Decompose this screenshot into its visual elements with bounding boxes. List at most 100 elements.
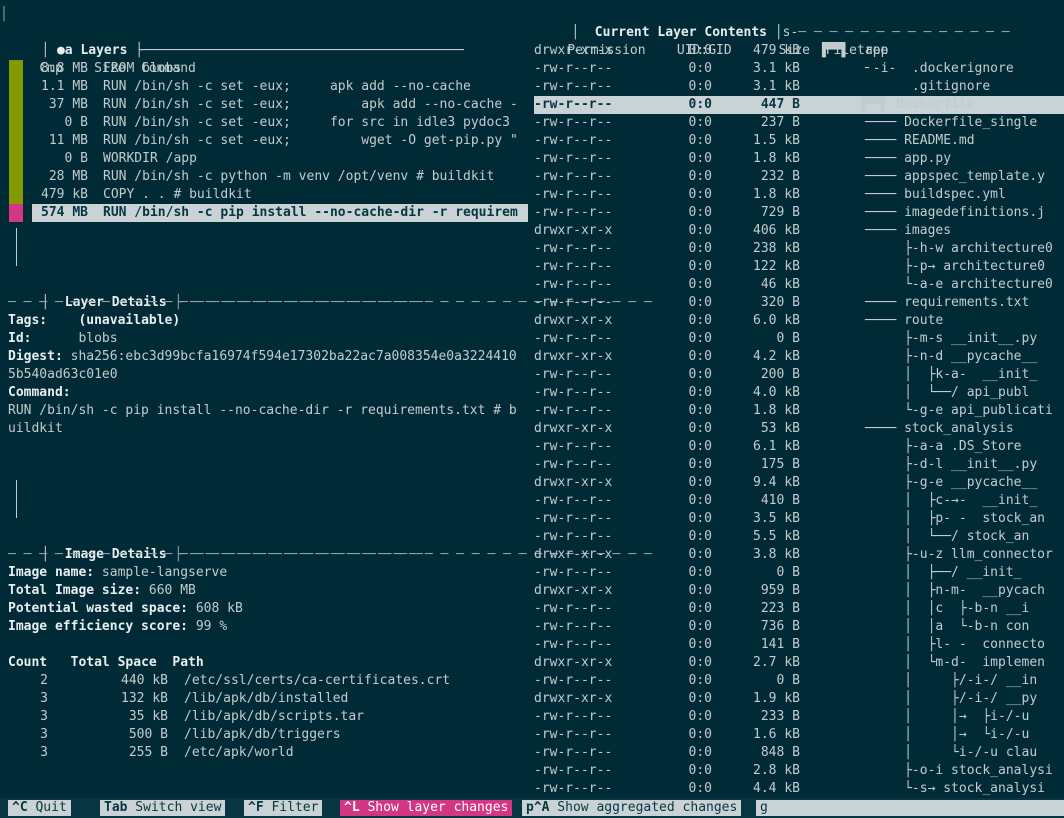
file-size: 200 B	[760, 367, 800, 382]
file-row[interactable]: -rw-r--r-- 0:0 233 B │ │→ ├i-/-u	[534, 708, 1064, 726]
layer-row[interactable]: 0 B WORKDIR /app	[32, 150, 528, 168]
file-row[interactable]: drwxr-xr-x 0:0 959 B │ ├n-m- __pycach	[534, 582, 1064, 600]
layer-row[interactable]: 8.8 MB FROM blobs	[32, 60, 528, 78]
cmp-bar	[9, 132, 23, 150]
file-row[interactable]: drwxr-xr-x 0:0 9.4 kB ├-g-e __pycache__	[534, 474, 1064, 492]
tags-label: Tags:	[8, 313, 48, 328]
file-permission: -rw-r--r--	[534, 709, 613, 724]
layer-row[interactable]: 37 MB RUN /bin/sh -c set -eux; apk add --…	[32, 96, 528, 114]
layer-row[interactable]: 574 MB RUN /bin/sh -c pip install --no-ca…	[32, 204, 528, 222]
file-tree-entry: .gitignore	[818, 79, 991, 94]
layer-size: 28 MB	[48, 169, 88, 184]
cmp-bar	[9, 78, 23, 96]
file-permission: -rw-r--r--	[534, 745, 613, 760]
quit-shortcut[interactable]: ^C Quit	[8, 800, 71, 816]
file-row[interactable]: -rw-r--r-- 0:0 1.6 kB │ │→ └i-/-u	[534, 726, 1064, 744]
file-row[interactable]: -rw-r--r-- 0:0 2.8 kB ├-o-i stock_analysi	[534, 762, 1064, 780]
file-permission: -rw-r--r--	[534, 511, 613, 526]
file-tree-entry: │ │→ └i-/-u	[818, 727, 1030, 742]
file-row[interactable]: -rw-r--r-- 0:0 4.4 kB └-s→ stock_analysi	[534, 780, 1064, 798]
file-row[interactable]: -rw-r--r-- 0:0 0 B ├-m-s __init__.py	[534, 330, 1064, 348]
waste-space: 500 B	[128, 727, 168, 742]
layer-row[interactable]: 11 MB RUN /bin/sh -c set -eux; wget -O ge…	[32, 132, 528, 150]
layer-changes-shortcut[interactable]: ^L Show layer changes	[340, 800, 513, 816]
file-row[interactable]: -rw-r--r-- 0:0 1.8 kB └-g-e api_publicati	[534, 402, 1064, 420]
file-row[interactable]: -rw-r--r-- 0:0 0 B │ ├──/ __init_	[534, 564, 1064, 582]
command-value: RUN /bin/sh -c pip install --no-cache-di…	[8, 403, 517, 418]
file-row[interactable]: -rw-r--r-- 0:0 1.8 kB ──── buildspec.yml	[534, 186, 1064, 204]
file-row[interactable]: -rw-r--r-- 0:0 736 B │ │a └-b-n con	[534, 618, 1064, 636]
file-permission: drwxr-xr-x	[534, 475, 613, 490]
layer-row[interactable]: 1.1 MB RUN /bin/sh -c set -eux; apk add -…	[32, 78, 528, 96]
file-row[interactable]: -rw-r--r-- 0:0 3.1 kB .gitignore	[534, 78, 1064, 96]
pane-border	[16, 480, 17, 518]
file-row[interactable]: -rw-r--r-- 0:0 141 B │ ├l- - connecto	[534, 636, 1064, 654]
file-row[interactable]: drwxr-xr-x 0:0 479 kB ▐▀▀▌ app	[534, 42, 1064, 60]
image-name-value: sample-langserve	[101, 565, 228, 580]
file-row[interactable]: drwxr-xr-x 0:0 1.9 kB │ ├/-i-/ __py	[534, 690, 1064, 708]
file-row[interactable]: -rw-r--r-- 0:0 6.1 kB ├-a-a .DS_Store	[534, 438, 1064, 456]
quit-label: Quit	[27, 800, 67, 815]
file-permission: -rw-r--r--	[534, 493, 613, 508]
file-row[interactable]: -rw-r--r-- 0:0 320 B ──── requirements.txt	[534, 294, 1064, 312]
switch-view-shortcut[interactable]: Tab Switch view	[100, 800, 226, 816]
layer-size: 479 kB	[41, 187, 88, 202]
file-tree-entry: │ ├n-m- __pycach	[818, 583, 1045, 598]
file-size: 1.8 kB	[753, 151, 800, 166]
file-row[interactable]: -rw-r--r-- 0:0 223 B │ │c ├-b-n __i	[534, 600, 1064, 618]
file-row[interactable]: drwxr-xr-x 0:0 53 kB ──── stock_analysis	[534, 420, 1064, 438]
file-uid-gid: 0:0	[688, 637, 712, 652]
file-row[interactable]: -rw-r--r-- 0:0 3.1 kB ╴-i- .dockerignore	[534, 60, 1064, 78]
file-row[interactable]: -rw-r--r-- 0:0 1.5 kB ──── README.md	[534, 132, 1064, 150]
file-row[interactable]: -rw-r--r-- 0:0 410 B │ ├c-→- __init_	[534, 492, 1064, 510]
file-size: 141 B	[760, 637, 800, 652]
file-row[interactable]: drwxr-xr-x 0:0 3.8 kB ├-u-z llm_connector	[534, 546, 1064, 564]
file-row[interactable]: -rw-r--r-- 0:0 175 B ├-d-l __init__.py	[534, 456, 1064, 474]
file-row[interactable]: drwxr-xr-x 0:0 406 kB ──── images	[534, 222, 1064, 240]
file-size: 3.1 kB	[753, 79, 800, 94]
file-permission: -rw-r--r--	[534, 457, 613, 472]
file-row[interactable]: -rw-r--r-- 0:0 4.0 kB │ └──/ api_publ	[534, 384, 1064, 402]
file-row[interactable]: -rw-r--r-- 0:0 46 kB └-a-e architecture0	[534, 276, 1064, 294]
filter-shortcut[interactable]: ^F Filter	[244, 800, 323, 816]
file-tree-entry: ──── app.py	[818, 151, 952, 166]
layer-row[interactable]: 28 MB RUN /bin/sh -c python -m venv /opt/…	[32, 168, 528, 186]
cmp-bar	[9, 186, 23, 204]
file-uid-gid: 0:0	[688, 619, 712, 634]
file-size: 406 kB	[753, 223, 800, 238]
file-row[interactable]: drwxr-xr-x 0:0 2.7 kB │ └m-d- implemen	[534, 654, 1064, 672]
layer-command: RUN /bin/sh -c set -eux; apk add --no-ca…	[103, 97, 518, 112]
layer-command: COPY . . # buildkit	[103, 187, 252, 202]
file-row[interactable]: drwxr-xr-x 0:0 4.2 kB ├-n-d __pycache__	[534, 348, 1064, 366]
file-row[interactable]: -rw-r--r-- 0:0 238 kB ├-h-w architecture0	[534, 240, 1064, 258]
file-row[interactable]: -rw-r--r-- 0:0 729 B ──── imagedefinitions…	[534, 204, 1064, 222]
waste-count: 2	[40, 673, 48, 688]
file-row[interactable]: -rw-r--r-- 0:0 122 kB ├-p→ architecture0	[534, 258, 1064, 276]
layer-row[interactable]: 479 kB COPY . . # buildkit	[32, 186, 528, 204]
layer-size: 0 B	[64, 151, 88, 166]
layer-details-divider: ─ ─ ─ ─ ─ ─ ─ ─ ─ ─ ─ ─ ─ ─ ─ ─ ─ ─ ─ ─ …	[8, 295, 423, 310]
file-row[interactable]: -rw-r--r-- 0:0 848 B │ └i-/-u clau	[534, 744, 1064, 762]
file-permission: -rw-r--r--	[534, 601, 613, 616]
file-row[interactable]: drwxr-xr-x 0:0 6.0 kB ──── route	[534, 312, 1064, 330]
layer-label: Show layer changes	[359, 800, 509, 815]
quit-key: ^C	[12, 800, 28, 815]
file-size: 4.0 kB	[753, 385, 800, 400]
file-row[interactable]: -rw-r--r-- 0:0 237 B ──── Dockerfile_singl…	[534, 114, 1064, 132]
id-value: blobs	[78, 331, 118, 346]
file-row[interactable]: -rw-r--r-- 0:0 1.8 kB ──── app.py	[534, 150, 1064, 168]
file-row[interactable]: -rw-r--r-- 0:0 0 B │ ├/-i-/ __in	[534, 672, 1064, 690]
file-uid-gid: 0:0	[688, 691, 712, 706]
file-size: 6.0 kB	[753, 313, 800, 328]
file-size: 232 B	[760, 169, 800, 184]
file-row[interactable]: -rw-r--r-- 0:0 447 B ▐▀▀▌ Dockerfile	[534, 96, 1064, 114]
aggregated-changes-shortcut[interactable]: p^A Show aggregated changes	[522, 800, 742, 816]
file-row[interactable]: -rw-r--r-- 0:0 5.5 kB │ └──/ stock_an	[534, 528, 1064, 546]
file-row[interactable]: -rw-r--r-- 0:0 200 B │ ├k-a- __init_	[534, 366, 1064, 384]
file-uid-gid: 0:0	[688, 97, 712, 112]
file-size: 447 B	[760, 97, 800, 112]
digest-label: Digest:	[8, 349, 63, 364]
layer-row[interactable]: 0 B RUN /bin/sh -c set -eux; for src in i…	[32, 114, 528, 132]
file-row[interactable]: -rw-r--r-- 0:0 3.5 kB │ ├p- - stock_an	[534, 510, 1064, 528]
file-row[interactable]: -rw-r--r-- 0:0 232 B ──── appspec_template…	[534, 168, 1064, 186]
